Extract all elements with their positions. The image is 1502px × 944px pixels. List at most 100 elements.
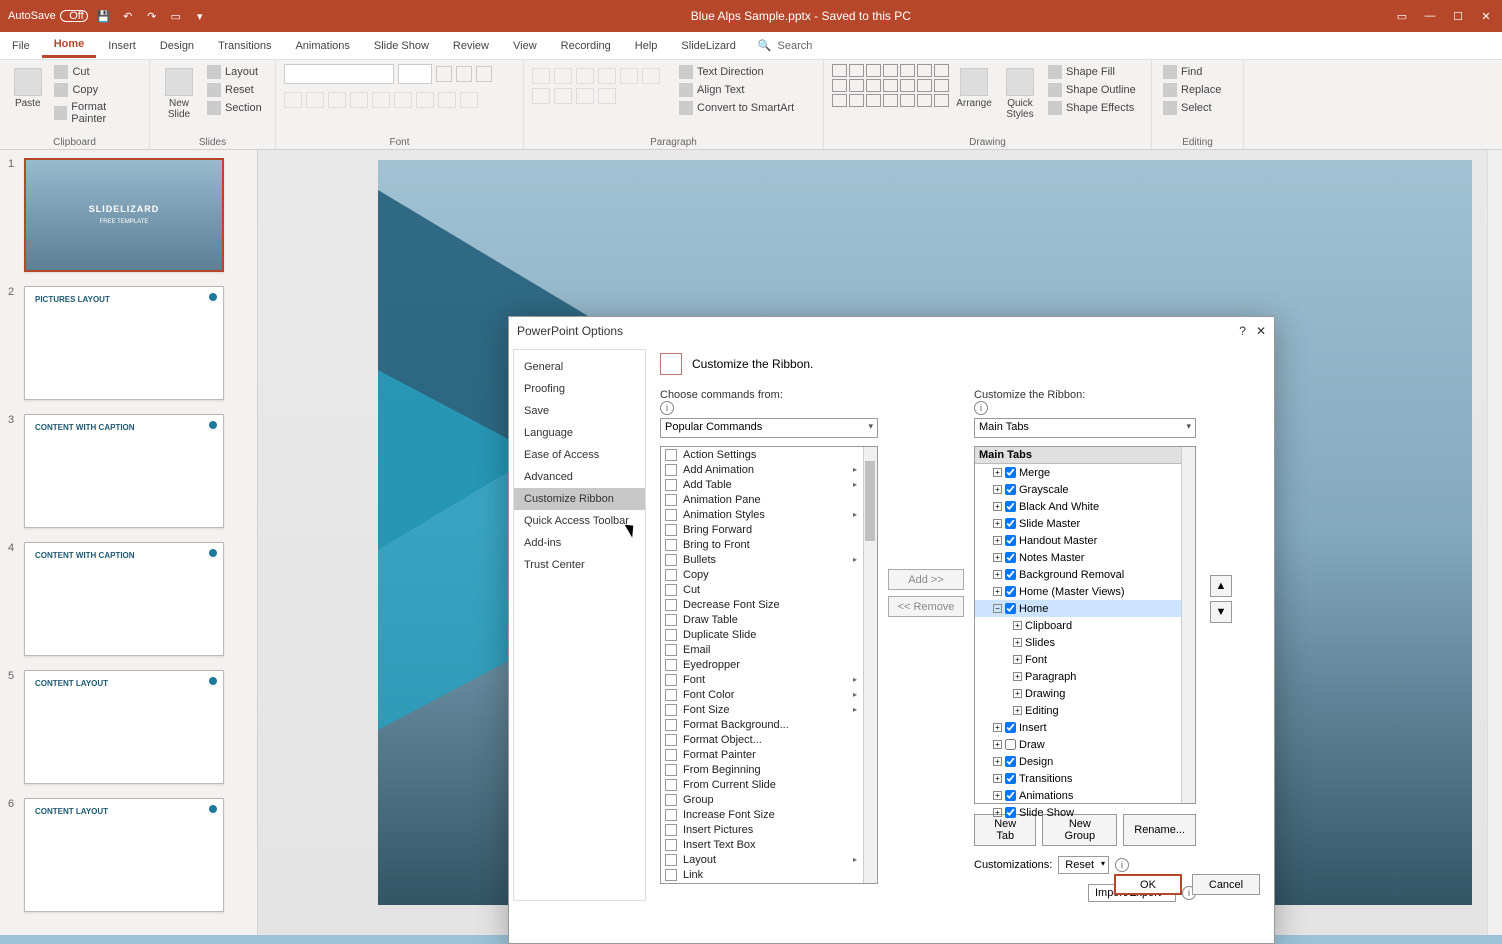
- command-list-item[interactable]: From Current Slide: [661, 777, 877, 792]
- close-icon[interactable]: ✕: [1478, 8, 1494, 24]
- indent-inc-icon[interactable]: [598, 68, 616, 84]
- autosave-toggle[interactable]: AutoSave Off: [8, 10, 88, 22]
- qat-dropdown-icon[interactable]: ▾: [192, 8, 208, 24]
- tree-scrollbar[interactable]: [1181, 447, 1195, 803]
- cancel-button[interactable]: Cancel: [1192, 874, 1260, 895]
- align-center-icon[interactable]: [532, 88, 550, 104]
- vertical-scrollbar[interactable]: [1487, 150, 1502, 935]
- tree-item[interactable]: +Slide Show: [975, 804, 1195, 821]
- tab-design[interactable]: Design: [148, 35, 206, 57]
- tree-item[interactable]: +Slide Master: [975, 515, 1195, 532]
- slide-thumbnail[interactable]: 6CONTENT LAYOUT: [8, 798, 239, 912]
- expand-icon[interactable]: +: [993, 808, 1002, 817]
- expand-icon[interactable]: +: [993, 468, 1002, 477]
- tree-checkbox[interactable]: [1005, 535, 1016, 546]
- tab-recording[interactable]: Recording: [549, 35, 623, 57]
- info-icon[interactable]: i: [660, 401, 674, 415]
- tree-item[interactable]: +Design: [975, 753, 1195, 770]
- command-list-item[interactable]: Action Settings: [661, 447, 877, 462]
- tab-slidelizard[interactable]: SlideLizard: [669, 35, 747, 57]
- tree-checkbox[interactable]: [1005, 722, 1016, 733]
- reset-dropdown[interactable]: Reset: [1058, 856, 1109, 874]
- tree-checkbox[interactable]: [1005, 484, 1016, 495]
- command-list-item[interactable]: Format Object...: [661, 732, 877, 747]
- ribbon-options-icon[interactable]: ▭: [1394, 8, 1410, 24]
- tree-item[interactable]: +Insert: [975, 719, 1195, 736]
- options-category-item[interactable]: Customize Ribbon: [514, 488, 645, 510]
- expand-icon[interactable]: +: [993, 757, 1002, 766]
- command-list-item[interactable]: Bring to Front: [661, 537, 877, 552]
- close-icon[interactable]: ✕: [1256, 324, 1266, 338]
- command-list-item[interactable]: From Beginning: [661, 762, 877, 777]
- maximize-icon[interactable]: ☐: [1450, 8, 1466, 24]
- command-list-item[interactable]: Add Animation▸: [661, 462, 877, 477]
- expand-icon[interactable]: +: [993, 723, 1002, 732]
- customize-ribbon-dropdown[interactable]: Main Tabs: [974, 418, 1196, 438]
- decrease-font-icon[interactable]: [456, 66, 472, 82]
- expand-icon[interactable]: +: [1013, 621, 1022, 630]
- command-list-item[interactable]: Animation Styles▸: [661, 507, 877, 522]
- tree-item[interactable]: +Grayscale: [975, 481, 1195, 498]
- tree-checkbox[interactable]: [1005, 756, 1016, 767]
- shapes-gallery[interactable]: [832, 64, 949, 107]
- replace-button[interactable]: Replace: [1160, 82, 1224, 98]
- command-list-item[interactable]: Font Size▸: [661, 702, 877, 717]
- slide-thumbnail[interactable]: 4CONTENT WITH CAPTION: [8, 542, 239, 656]
- cut-button[interactable]: Cut: [51, 64, 141, 80]
- tab-insert[interactable]: Insert: [96, 35, 148, 57]
- expand-icon[interactable]: +: [993, 553, 1002, 562]
- tree-item[interactable]: +Home (Master Views): [975, 583, 1195, 600]
- command-list-item[interactable]: Email: [661, 642, 877, 657]
- font-color-icon[interactable]: [460, 92, 478, 108]
- command-list-item[interactable]: Animation Pane: [661, 492, 877, 507]
- tree-item[interactable]: +Clipboard: [975, 617, 1195, 634]
- spacing-icon[interactable]: [394, 92, 412, 108]
- present-icon[interactable]: ▭: [168, 8, 184, 24]
- command-list-item[interactable]: Add Table▸: [661, 477, 877, 492]
- expand-icon[interactable]: +: [1013, 689, 1022, 698]
- command-list-item[interactable]: Layout▸: [661, 852, 877, 867]
- tree-checkbox[interactable]: [1005, 739, 1016, 750]
- tree-checkbox[interactable]: [1005, 603, 1016, 614]
- tree-checkbox[interactable]: [1005, 773, 1016, 784]
- options-category-item[interactable]: Quick Access Toolbar: [514, 510, 645, 532]
- ribbon-tabs-tree[interactable]: Main Tabs +Merge+Grayscale+Black And Whi…: [974, 446, 1196, 804]
- copy-button[interactable]: Copy: [51, 82, 141, 98]
- listbox-scrollbar[interactable]: [863, 447, 877, 883]
- options-category-item[interactable]: Proofing: [514, 378, 645, 400]
- tab-file[interactable]: File: [0, 35, 42, 57]
- command-list-item[interactable]: Increase Font Size: [661, 807, 877, 822]
- indent-dec-icon[interactable]: [576, 68, 594, 84]
- justify-icon[interactable]: [576, 88, 594, 104]
- tree-checkbox[interactable]: [1005, 467, 1016, 478]
- tree-checkbox[interactable]: [1005, 586, 1016, 597]
- autosave-switch[interactable]: Off: [60, 10, 88, 22]
- tree-checkbox[interactable]: [1005, 790, 1016, 801]
- section-button[interactable]: Section: [204, 100, 265, 116]
- tab-animations[interactable]: Animations: [283, 35, 361, 57]
- expand-icon[interactable]: +: [993, 519, 1002, 528]
- command-list-item[interactable]: Draw Table: [661, 612, 877, 627]
- options-category-item[interactable]: Save: [514, 400, 645, 422]
- tree-item[interactable]: +Slides: [975, 634, 1195, 651]
- options-category-item[interactable]: General: [514, 356, 645, 378]
- numbering-icon[interactable]: [554, 68, 572, 84]
- layout-button[interactable]: Layout: [204, 64, 265, 80]
- expand-icon[interactable]: +: [993, 587, 1002, 596]
- minimize-icon[interactable]: —: [1422, 8, 1438, 24]
- ok-button[interactable]: OK: [1114, 874, 1182, 895]
- expand-icon[interactable]: −: [993, 604, 1002, 613]
- expand-icon[interactable]: +: [1013, 655, 1022, 664]
- tree-item[interactable]: +Merge: [975, 464, 1195, 481]
- command-list-item[interactable]: Bullets▸: [661, 552, 877, 567]
- command-list-item[interactable]: Insert Text Box: [661, 837, 877, 852]
- undo-icon[interactable]: ↶: [120, 8, 136, 24]
- select-button[interactable]: Select: [1160, 100, 1224, 116]
- smartart-button[interactable]: Convert to SmartArt: [676, 100, 797, 116]
- tree-checkbox[interactable]: [1005, 501, 1016, 512]
- align-text-button[interactable]: Align Text: [676, 82, 797, 98]
- help-icon[interactable]: ?: [1239, 324, 1246, 338]
- format-painter-button[interactable]: Format Painter: [51, 100, 141, 126]
- command-list-item[interactable]: Eyedropper: [661, 657, 877, 672]
- italic-icon[interactable]: [306, 92, 324, 108]
